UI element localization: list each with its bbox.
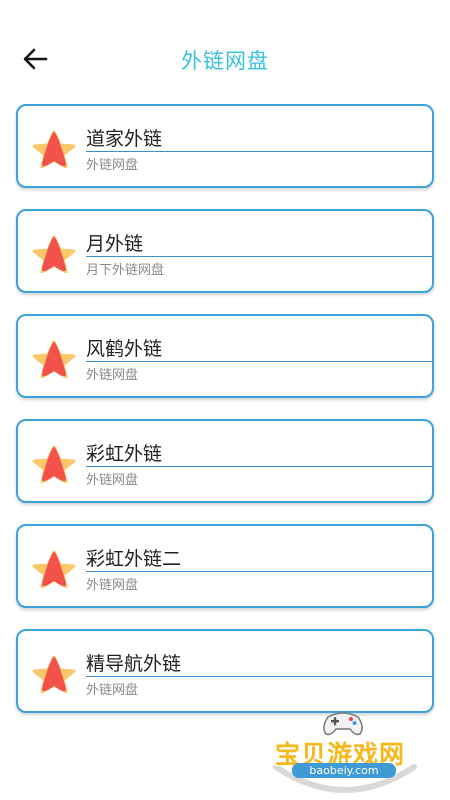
list-item[interactable]: 彩虹外链 外链网盘 [16, 419, 434, 503]
item-subtitle: 外链网盘 [86, 368, 139, 383]
item-subtitle: 外链网盘 [86, 683, 139, 698]
item-subtitle: 外链网盘 [86, 578, 139, 593]
top-bar: 外链网盘 [0, 0, 450, 118]
star-icon [32, 550, 76, 588]
watermark-url: baobeiy.com [292, 763, 396, 778]
divider [86, 361, 432, 362]
divider [86, 466, 432, 467]
divider [86, 571, 432, 572]
list-item[interactable]: 月外链 月下外链网盘 [16, 209, 434, 293]
star-icon [32, 655, 76, 693]
item-name: 彩虹外链 [86, 443, 163, 465]
list-item[interactable]: 风鹤外链 外链网盘 [16, 314, 434, 398]
divider [86, 256, 432, 257]
item-subtitle: 外链网盘 [86, 473, 139, 488]
list-item[interactable]: 彩虹外链二 外链网盘 [16, 524, 434, 608]
gamepad-icon [323, 712, 363, 736]
item-name: 道家外链 [86, 128, 163, 150]
star-icon [32, 340, 76, 378]
page-title: 外链网盘 [181, 49, 269, 73]
divider [86, 676, 432, 677]
divider [86, 151, 432, 152]
watermark-logo: 宝贝游戏网 baobeiy.com [270, 705, 420, 797]
item-name: 风鹤外链 [86, 338, 163, 360]
star-icon [32, 235, 76, 273]
item-name: 彩虹外链二 [86, 548, 182, 570]
star-icon [32, 445, 76, 483]
list-item[interactable]: 道家外链 外链网盘 [16, 104, 434, 188]
item-subtitle: 外链网盘 [86, 158, 139, 173]
list-item[interactable]: 精导航外链 外链网盘 [16, 629, 434, 713]
link-list: 道家外链 外链网盘 月外链 月下外链网盘 风鹤外链 外链网盘 彩虹外链 外链网盘 [16, 104, 434, 734]
item-name: 精导航外链 [86, 653, 182, 675]
star-icon [32, 130, 76, 168]
item-name: 月外链 [86, 233, 144, 255]
item-subtitle: 月下外链网盘 [86, 263, 165, 278]
